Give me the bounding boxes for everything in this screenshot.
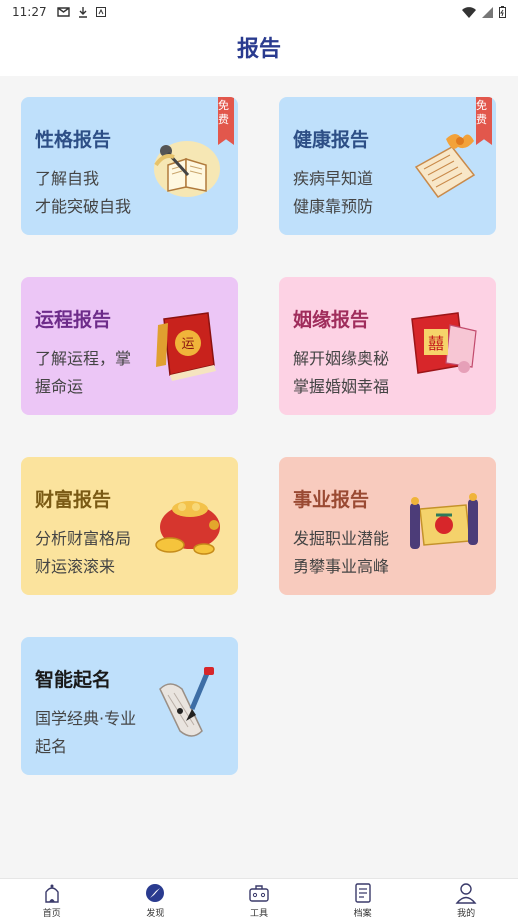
imperial-scroll-icon bbox=[410, 493, 478, 549]
card-desc-line1: 解开姻缘奥秘 bbox=[293, 349, 390, 368]
svg-text:囍: 囍 bbox=[428, 334, 444, 353]
card-desc-line2: 才能突破自我 bbox=[35, 197, 132, 216]
card-desc-line1: 分析财富格局 bbox=[35, 529, 132, 548]
app-notification-icon bbox=[95, 7, 106, 17]
page-header: 报告 bbox=[0, 24, 518, 76]
free-badge-text: 免费 bbox=[218, 99, 229, 126]
card-desc-line2: 握命运 bbox=[35, 377, 84, 396]
card-marriage-report[interactable]: 姻缘报告 解开姻缘奥秘 掌握婚姻幸福 囍 bbox=[279, 277, 496, 415]
card-desc-line1: 发掘职业潜能 bbox=[293, 529, 390, 548]
card-title: 性格报告 bbox=[35, 129, 112, 151]
double-happiness-icon: 囍 bbox=[411, 312, 477, 374]
nav-item-archive[interactable]: 档案 bbox=[311, 879, 415, 922]
nav-label: 档案 bbox=[353, 909, 372, 919]
card-desc-line1: 疾病早知道 bbox=[293, 169, 374, 188]
card-title: 姻缘报告 bbox=[293, 309, 370, 331]
book-quill-icon bbox=[154, 141, 220, 197]
page-title: 报告 bbox=[236, 37, 281, 62]
free-badge: 免费 bbox=[218, 97, 234, 145]
card-desc-line2: 起名 bbox=[35, 737, 68, 756]
compass-icon bbox=[146, 884, 165, 902]
archive-icon bbox=[354, 883, 371, 903]
nav-item-profile[interactable]: 我的 bbox=[414, 879, 518, 922]
card-wealth-report[interactable]: 财富报告 分析财富格局 财运滚滚来 bbox=[21, 457, 238, 595]
nav-label: 发现 bbox=[146, 909, 165, 919]
nav-item-tools[interactable]: 工具 bbox=[207, 879, 311, 922]
free-badge-text: 免费 bbox=[476, 99, 487, 126]
card-career-report[interactable]: 事业报告 发掘职业潜能 勇攀事业高峰 bbox=[279, 457, 496, 595]
nav-item-home[interactable]: 首页 bbox=[0, 879, 104, 922]
card-desc-line2: 勇攀事业高峰 bbox=[293, 557, 390, 576]
fortune-book-icon: 运 bbox=[156, 312, 216, 381]
card-health-report[interactable]: 健康报告 疾病早知道 健康靠预防 免费 bbox=[279, 97, 496, 235]
card-desc-line1: 国学经典·专业 bbox=[35, 709, 137, 728]
card-title: 财富报告 bbox=[35, 489, 112, 511]
scroll-icon bbox=[414, 134, 476, 198]
wifi-icon bbox=[462, 6, 476, 18]
nav-label: 首页 bbox=[42, 909, 61, 919]
card-desc-line2: 财运滚滚来 bbox=[35, 557, 116, 576]
card-title: 健康报告 bbox=[293, 129, 370, 151]
status-bar: 11:27 bbox=[0, 0, 518, 24]
profile-icon bbox=[455, 883, 477, 904]
nav-label: 我的 bbox=[457, 909, 476, 919]
card-desc-line2: 掌握婚姻幸福 bbox=[293, 377, 390, 396]
card-smart-naming[interactable]: 智能起名 国学经典·专业 起名 bbox=[21, 637, 238, 775]
card-title: 事业报告 bbox=[293, 489, 370, 511]
home-icon bbox=[45, 884, 59, 903]
report-grid: 性格报告 了解自我 才能突破自我 免费 健康报告 疾病早知道 健康靠预防 免费 … bbox=[0, 76, 518, 878]
brush-scroll-icon bbox=[159, 667, 214, 737]
nav-label: 工具 bbox=[249, 909, 268, 919]
free-badge: 免费 bbox=[476, 97, 492, 145]
toolbox-icon bbox=[249, 885, 269, 902]
card-title: 智能起名 bbox=[35, 669, 112, 691]
card-personality-report[interactable]: 性格报告 了解自我 才能突破自我 免费 bbox=[21, 97, 238, 235]
card-fortune-report[interactable]: 运程报告 了解运程，掌 握命运 运 bbox=[21, 277, 238, 415]
card-desc-line1: 了解运程，掌 bbox=[35, 349, 132, 368]
mail-icon bbox=[56, 7, 70, 17]
download-icon bbox=[78, 6, 87, 18]
card-desc-line2: 健康靠预防 bbox=[293, 197, 374, 216]
card-desc-line1: 了解自我 bbox=[35, 169, 100, 188]
treasure-bag-icon bbox=[155, 501, 220, 555]
svg-text:运: 运 bbox=[181, 337, 194, 352]
signal-icon bbox=[482, 6, 493, 18]
bottom-nav: 首页 发现 工具 档案 我的 bbox=[0, 878, 518, 922]
battery-icon bbox=[499, 6, 506, 18]
card-title: 运程报告 bbox=[35, 309, 112, 331]
nav-item-discover[interactable]: 发现 bbox=[104, 879, 208, 922]
status-time: 11:27 bbox=[12, 5, 47, 19]
